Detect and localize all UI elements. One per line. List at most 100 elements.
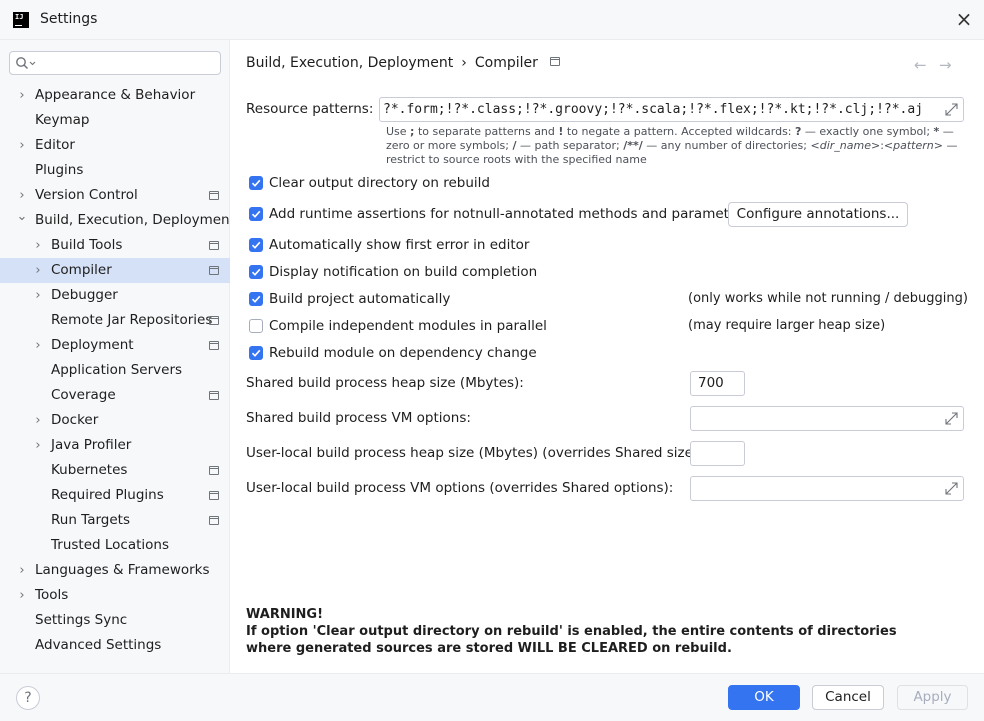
sidebar-item-remote-jar-repositories[interactable]: Remote Jar Repositories <box>0 308 230 333</box>
sidebar-item-label: Build Tools <box>51 237 123 253</box>
chevron-right-icon[interactable]: › <box>16 558 28 583</box>
project-scope-icon <box>209 341 219 350</box>
sidebar-item-version-control[interactable]: › Version Control <box>0 183 230 208</box>
sidebar-item-tools[interactable]: › Tools <box>0 583 230 608</box>
sidebar-item-languages-frameworks[interactable]: › Languages & Frameworks <box>0 558 230 583</box>
sidebar-item-plugins[interactable]: Plugins <box>0 158 230 183</box>
sidebar-item-label: Remote Jar Repositories <box>51 312 213 328</box>
chevron-right-icon[interactable]: › <box>32 408 44 433</box>
sidebar-item-label: Required Plugins <box>51 487 164 503</box>
user-vm-options-input[interactable] <box>690 476 964 501</box>
sidebar-item-java-profiler[interactable]: › Java Profiler <box>0 433 230 458</box>
shared-heap-input[interactable]: 700 <box>690 371 745 396</box>
sidebar-item-application-servers[interactable]: Application Servers <box>0 358 230 383</box>
search-icon <box>16 57 36 69</box>
user-vm-options-label: User-local build process VM options (ove… <box>246 480 674 496</box>
sidebar-item-label: Version Control <box>35 187 138 203</box>
sidebar-item-label: Trusted Locations <box>51 537 169 553</box>
shared-vm-options-input[interactable] <box>690 406 964 431</box>
ok-button[interactable]: OK <box>728 685 800 710</box>
chevron-right-icon[interactable]: › <box>32 258 44 283</box>
sidebar-item-kubernetes[interactable]: Kubernetes <box>0 458 230 483</box>
sidebar-item-settings-sync[interactable]: Settings Sync <box>0 608 230 633</box>
sidebar-item-compiler[interactable]: › Compiler <box>0 258 230 283</box>
forward-arrow-icon[interactable]: → <box>939 56 952 74</box>
clear-output-checkbox[interactable] <box>249 176 263 190</box>
sidebar-item-keymap[interactable]: Keymap <box>0 108 230 133</box>
sidebar-item-deployment[interactable]: › Deployment <box>0 333 230 358</box>
breadcrumb-current: Compiler <box>474 55 538 71</box>
sidebar-item-label: Build, Execution, Deployment <box>35 212 235 228</box>
breadcrumb-parent[interactable]: Build, Execution, Deployment <box>246 55 453 71</box>
display-notification-checkbox[interactable] <box>249 265 263 279</box>
sidebar-item-required-plugins[interactable]: Required Plugins <box>0 483 230 508</box>
sidebar-item-label: Tools <box>35 587 69 603</box>
expand-icon[interactable] <box>945 482 958 495</box>
runtime-assertions-checkbox[interactable] <box>249 207 263 221</box>
warning-text: If option 'Clear output directory on reb… <box>246 624 897 656</box>
window-title: Settings <box>40 11 98 27</box>
project-scope-icon <box>209 391 219 400</box>
apply-button[interactable]: Apply <box>897 685 968 710</box>
sidebar-item-docker[interactable]: › Docker <box>0 408 230 433</box>
sidebar-item-label: Deployment <box>51 337 134 353</box>
sidebar-item-debugger[interactable]: › Debugger <box>0 283 230 308</box>
configure-annotations-button[interactable]: Configure annotations... <box>728 202 908 227</box>
project-scope-icon <box>549 57 560 66</box>
chevron-right-icon[interactable]: › <box>32 283 44 308</box>
search-input[interactable] <box>9 51 221 75</box>
build-automatically-label[interactable]: Build project automatically <box>269 291 450 307</box>
chevron-down-icon[interactable]: ⌄ <box>16 204 28 229</box>
intellij-logo-icon: IJ <box>13 12 29 28</box>
chevron-right-icon[interactable]: › <box>32 333 44 358</box>
sidebar-item-label: Languages & Frameworks <box>35 562 210 578</box>
rebuild-on-dependency-checkbox[interactable] <box>249 346 263 360</box>
chevron-right-icon[interactable]: › <box>32 433 44 458</box>
back-arrow-icon[interactable]: ← <box>914 56 927 74</box>
user-heap-label: User-local build process heap size (Mbyt… <box>246 445 703 461</box>
compile-parallel-note: (may require larger heap size) <box>688 318 886 333</box>
chevron-right-icon[interactable]: › <box>16 583 28 608</box>
rebuild-on-dependency-label[interactable]: Rebuild module on dependency change <box>269 345 537 361</box>
help-icon[interactable]: ? <box>16 686 40 710</box>
project-scope-icon <box>209 466 219 475</box>
sidebar-item-label: Docker <box>51 412 99 428</box>
show-first-error-checkbox[interactable] <box>249 238 263 252</box>
clear-output-label[interactable]: Clear output directory on rebuild <box>269 175 490 191</box>
resource-patterns-field[interactable]: ?*.form;!?*.class;!?*.groovy;!?*.scala;!… <box>379 97 964 122</box>
project-scope-icon <box>209 491 219 500</box>
expand-icon[interactable] <box>945 412 958 425</box>
sidebar-item-build-execution-deployment[interactable]: ⌄ Build, Execution, Deployment <box>0 208 235 233</box>
runtime-assertions-label[interactable]: Add runtime assertions for notnull-annot… <box>269 206 750 222</box>
sidebar-item-appearance-behavior[interactable]: › Appearance & Behavior <box>0 83 230 108</box>
cancel-button[interactable]: Cancel <box>812 685 884 710</box>
sidebar-item-coverage[interactable]: Coverage <box>0 383 230 408</box>
breadcrumb: Build, Execution, Deployment › Compiler <box>246 55 560 71</box>
sidebar-item-label: Advanced Settings <box>35 637 162 653</box>
chevron-right-icon[interactable]: › <box>16 83 28 108</box>
close-icon[interactable]: × <box>954 9 974 30</box>
sidebar-item-label: Settings Sync <box>35 612 128 628</box>
sidebar-item-run-targets[interactable]: Run Targets <box>0 508 230 533</box>
shared-vm-options-label: Shared build process VM options: <box>246 410 471 426</box>
chevron-right-icon[interactable]: › <box>32 233 44 258</box>
title-bar: IJ Settings × <box>0 0 984 40</box>
breadcrumb-separator: › <box>461 55 467 71</box>
shared-heap-label: Shared build process heap size (Mbytes): <box>246 375 524 391</box>
settings-tree: › Appearance & Behavior Keymap › Editor Plugi… <box>0 83 235 658</box>
expand-icon[interactable] <box>945 103 958 116</box>
sidebar-item-editor[interactable]: › Editor <box>0 133 230 158</box>
compile-parallel-checkbox[interactable] <box>249 319 263 333</box>
show-first-error-label[interactable]: Automatically show first error in editor <box>269 237 529 253</box>
display-notification-label[interactable]: Display notification on build completion <box>269 264 537 280</box>
sidebar-item-trusted-locations[interactable]: Trusted Locations <box>0 533 230 558</box>
sidebar-item-label: Plugins <box>35 162 84 178</box>
compile-parallel-label[interactable]: Compile independent modules in parallel <box>269 318 547 334</box>
sidebar-item-advanced-settings[interactable]: Advanced Settings <box>0 633 230 658</box>
chevron-right-icon[interactable]: › <box>16 133 28 158</box>
sidebar-item-label: Debugger <box>51 287 118 303</box>
build-automatically-checkbox[interactable] <box>249 292 263 306</box>
user-heap-input[interactable] <box>690 441 745 466</box>
sidebar-item-build-tools[interactable]: › Build Tools <box>0 233 230 258</box>
project-scope-icon <box>209 316 219 325</box>
